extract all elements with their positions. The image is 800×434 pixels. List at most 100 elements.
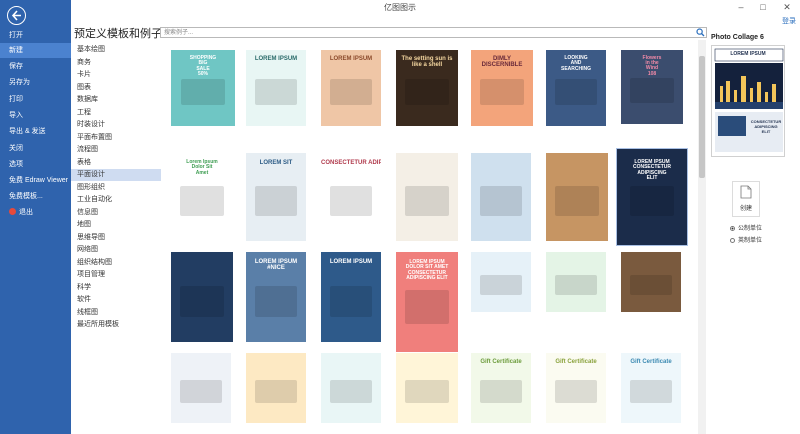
category-item[interactable]: 软件 bbox=[71, 294, 161, 306]
thumbnail-image bbox=[555, 274, 597, 296]
category-item[interactable]: 卡片 bbox=[71, 69, 161, 81]
close-icon[interactable]: ✕ bbox=[776, 0, 798, 14]
window-title: 亿图图示 bbox=[384, 3, 416, 12]
template-thumbnail[interactable]: LOOKING AND SEARCHING bbox=[546, 50, 606, 126]
radio-icon bbox=[730, 226, 735, 231]
template-thumbnail[interactable] bbox=[246, 353, 306, 423]
category-item[interactable]: 平面布置图 bbox=[71, 132, 161, 144]
thumbnail-caption: LOREM IPSUM bbox=[321, 259, 381, 265]
category-item[interactable]: 工业自动化 bbox=[71, 194, 161, 206]
template-thumbnail[interactable] bbox=[396, 153, 458, 241]
category-item[interactable]: 时装设计 bbox=[71, 119, 161, 131]
template-thumbnail[interactable] bbox=[396, 353, 458, 423]
template-thumbnail[interactable]: SHOPPING BIG SALE 50% bbox=[171, 50, 235, 126]
sidebar-item-exit[interactable]: 退出 bbox=[0, 205, 71, 220]
scrollbar-thumb[interactable] bbox=[699, 56, 705, 178]
thumbnail-image bbox=[255, 379, 297, 404]
template-thumbnail[interactable]: Gift Certificate bbox=[621, 353, 681, 423]
category-item[interactable]: 商务 bbox=[71, 57, 161, 69]
template-thumbnail[interactable]: LOREM SIT bbox=[246, 153, 306, 241]
search-input[interactable]: 搜索例子... bbox=[160, 27, 707, 38]
template-thumbnail[interactable] bbox=[171, 252, 233, 342]
thumbnail-text: ELIT bbox=[646, 174, 658, 181]
thumbnail-text: LOREM IPSUM bbox=[329, 56, 373, 63]
category-item[interactable]: 线框图 bbox=[71, 307, 161, 319]
category-item[interactable]: 工程 bbox=[71, 107, 161, 119]
template-thumbnail[interactable]: Flowers in the Wind 108 bbox=[621, 50, 683, 124]
unit-metric-radio[interactable]: 公制单位 bbox=[730, 223, 762, 232]
thumbnail-image bbox=[555, 186, 599, 217]
thumbnail-art: LOREM IPSUM bbox=[321, 50, 381, 126]
template-thumbnail[interactable]: LOREM IPSUM #NICE bbox=[246, 252, 306, 342]
search-icon[interactable] bbox=[696, 28, 705, 37]
category-item[interactable]: 图表 bbox=[71, 82, 161, 94]
template-thumbnail[interactable] bbox=[471, 252, 531, 312]
template-thumbnail[interactable] bbox=[621, 252, 681, 312]
sidebar-item-close[interactable]: 关闭 bbox=[0, 141, 71, 156]
category-item[interactable]: 地图 bbox=[71, 219, 161, 231]
sidebar-item-save[interactable]: 保存 bbox=[0, 59, 71, 74]
thumbnail-text: SEARCHING bbox=[560, 65, 591, 72]
template-thumbnail[interactable]: The setting sun is like a shell bbox=[396, 50, 458, 126]
sidebar-item-free-templates[interactable]: 免费模板... bbox=[0, 189, 71, 204]
template-thumbnail[interactable]: DIMLY DISCERNIBLE bbox=[471, 50, 533, 126]
thumbnail-text: 50% bbox=[197, 70, 208, 77]
sidebar-item-new[interactable]: 新建 bbox=[0, 43, 71, 58]
thumbnail-image bbox=[180, 379, 222, 404]
category-item[interactable]: 数据库 bbox=[71, 94, 161, 106]
exit-icon bbox=[9, 208, 16, 215]
template-thumbnail[interactable]: Gift Certificate bbox=[546, 353, 606, 423]
maximize-icon[interactable]: □ bbox=[752, 0, 774, 14]
template-thumbnail[interactable] bbox=[171, 353, 231, 423]
thumbnail-caption: LOREM IPSUM CONSECTETUR ADIPISCING ELIT bbox=[621, 159, 683, 181]
thumbnail-art: LOREM IPSUM bbox=[321, 252, 381, 342]
thumbnail-text: ADIPISCING ELIT bbox=[406, 274, 448, 281]
preview-header: LOREM IPSUM bbox=[730, 51, 766, 57]
sidebar-item-options[interactable]: 选项 bbox=[0, 157, 71, 172]
template-thumbnail[interactable]: LOREM IPSUM bbox=[321, 50, 381, 126]
sidebar-item-save-as[interactable]: 另存为 bbox=[0, 75, 71, 90]
template-thumbnail[interactable]: CONSECTETUR ADIPISCING ELIT bbox=[321, 153, 381, 241]
thumbnail-art: LOREM IPSUM DOLOR SIT AMET CONSECTETUR ADIP… bbox=[396, 252, 458, 352]
unit-imperial-radio[interactable]: 英制单位 bbox=[730, 235, 762, 244]
category-item[interactable]: 组织结构图 bbox=[71, 257, 161, 269]
category-item[interactable]: 思维导图 bbox=[71, 232, 161, 244]
category-item[interactable]: 流程图 bbox=[71, 144, 161, 156]
template-thumbnail[interactable]: Lorem Ipsum Dolor Sit Amet bbox=[171, 153, 233, 241]
thumbnail-image bbox=[630, 379, 672, 404]
minimize-icon[interactable]: – bbox=[730, 0, 752, 14]
category-item[interactable]: 基本绘图 bbox=[71, 44, 161, 56]
template-thumbnail[interactable] bbox=[321, 353, 381, 423]
sidebar-item-export[interactable]: 导出 & 发送 bbox=[0, 124, 71, 139]
back-button[interactable] bbox=[7, 6, 26, 25]
create-label: 创建 bbox=[739, 206, 752, 212]
sidebar-item-print[interactable]: 打印 bbox=[0, 92, 71, 107]
sidebar-item-import[interactable]: 导入 bbox=[0, 108, 71, 123]
preview-image: LOREM IPSUM CONSECTETUR ADIPISCING ELIT bbox=[711, 45, 785, 157]
category-item[interactable]: 最近所用模板 bbox=[71, 319, 161, 331]
template-thumbnail[interactable] bbox=[546, 252, 606, 312]
template-thumbnail[interactable] bbox=[546, 153, 608, 241]
category-item[interactable]: 图形组织 bbox=[71, 182, 161, 194]
thumbnail-art: Flowers in the Wind 108 bbox=[621, 50, 683, 124]
template-thumbnail[interactable]: LOREM IPSUM bbox=[246, 50, 306, 126]
template-thumbnail[interactable]: LOREM IPSUM DOLOR SIT AMET CONSECTETUR ADIP… bbox=[396, 252, 458, 352]
template-thumbnail[interactable]: Gift Certificate bbox=[471, 353, 531, 423]
thumbnail-art bbox=[171, 353, 231, 423]
category-item[interactable]: 科学 bbox=[71, 282, 161, 294]
thumbnail-art: LOREM IPSUM #NICE bbox=[246, 252, 306, 342]
sidebar-item-open[interactable]: 打开 bbox=[0, 28, 71, 43]
template-thumbnail[interactable]: LOREM IPSUM CONSECTETUR ADIPISCING ELIT bbox=[616, 148, 688, 246]
category-item[interactable]: 平面设计 bbox=[71, 169, 161, 181]
category-item[interactable]: 信息图 bbox=[71, 207, 161, 219]
category-item[interactable]: 网络图 bbox=[71, 244, 161, 256]
category-item[interactable]: 项目管理 bbox=[71, 269, 161, 281]
template-thumbnail[interactable] bbox=[471, 153, 531, 241]
template-thumbnail[interactable]: LOREM IPSUM bbox=[321, 252, 381, 342]
category-item[interactable]: 表格 bbox=[71, 157, 161, 169]
login-link[interactable]: 登录 bbox=[782, 16, 796, 26]
sidebar-item-edraw-viewer[interactable]: 免费 Edraw Viewer bbox=[0, 173, 71, 188]
grid-scrollbar[interactable] bbox=[698, 40, 706, 434]
thumbnail-image bbox=[630, 186, 674, 217]
thumbnail-art bbox=[246, 353, 306, 423]
